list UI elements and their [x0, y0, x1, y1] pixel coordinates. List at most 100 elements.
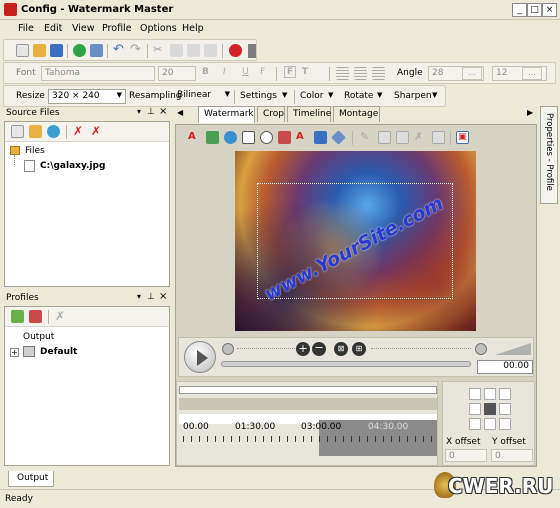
- timeline-scrollbar[interactable]: [179, 386, 437, 394]
- paste-layer-icon[interactable]: [396, 131, 409, 144]
- menu-options[interactable]: Options: [140, 23, 177, 34]
- copy-icon[interactable]: [170, 44, 183, 57]
- sharpen-button[interactable]: Sharpen: [394, 91, 432, 101]
- size-select[interactable]: 320 × 240 ▼: [48, 89, 126, 104]
- close-icon[interactable]: ×: [159, 291, 167, 302]
- tab-timeline[interactable]: Timeline: [287, 106, 331, 122]
- dropdown-icon[interactable]: ▾: [137, 107, 141, 116]
- picture-frame-icon[interactable]: [314, 131, 327, 144]
- align-left-icon[interactable]: [336, 67, 349, 80]
- color-button[interactable]: Color: [300, 91, 324, 101]
- ellipse-icon[interactable]: [260, 131, 273, 144]
- text-color-button[interactable]: T: [302, 67, 308, 77]
- preview-toggle-icon[interactable]: ▣: [456, 131, 469, 144]
- bold-button[interactable]: B: [202, 67, 209, 77]
- add-text-icon[interactable]: A: [188, 131, 201, 144]
- tabs-scroll-right-icon[interactable]: ▶: [527, 108, 533, 117]
- play-button[interactable]: [184, 341, 216, 373]
- stop-icon[interactable]: [229, 44, 242, 57]
- add-shape-icon[interactable]: [224, 131, 237, 144]
- italic-button[interactable]: I: [223, 67, 226, 77]
- stamp-icon[interactable]: [278, 131, 291, 144]
- close-button[interactable]: ×: [542, 3, 557, 17]
- new-icon[interactable]: [16, 44, 29, 57]
- settings-button[interactable]: Settings: [240, 91, 277, 101]
- remove-icon[interactable]: ✗: [73, 125, 86, 138]
- minimize-button[interactable]: _: [512, 3, 527, 17]
- preview-image[interactable]: www.YourSite.com: [235, 151, 476, 331]
- copy-layer-icon[interactable]: [378, 131, 391, 144]
- cut-icon[interactable]: ✂: [153, 44, 166, 57]
- edit-profile-icon[interactable]: [29, 310, 42, 323]
- profile-default[interactable]: Default: [40, 347, 77, 357]
- zoom-out-icon[interactable]: −: [312, 342, 326, 356]
- menu-help[interactable]: Help: [182, 23, 204, 34]
- toolbar-overflow-icon[interactable]: [248, 44, 256, 58]
- actual-size-icon[interactable]: ⊞: [352, 342, 366, 356]
- pin-icon[interactable]: ⊥: [147, 107, 155, 117]
- menu-view[interactable]: View: [72, 23, 95, 34]
- start-icon[interactable]: [73, 44, 86, 57]
- delete-icon[interactable]: [204, 44, 217, 57]
- dropdown-icon[interactable]: ▾: [137, 292, 141, 301]
- text-effect-icon[interactable]: A: [296, 131, 309, 144]
- rectangle-icon[interactable]: [242, 131, 255, 144]
- add-file-icon[interactable]: [11, 125, 24, 138]
- new-profile-icon[interactable]: [11, 310, 24, 323]
- add-url-icon[interactable]: [47, 125, 60, 138]
- files-root[interactable]: Files: [25, 146, 45, 156]
- align-center-icon[interactable]: [354, 67, 367, 80]
- font-size-select[interactable]: 20: [158, 66, 196, 81]
- resize-button[interactable]: Resize: [16, 91, 45, 101]
- tabs-scroll-left-icon[interactable]: ◀: [177, 108, 183, 117]
- x-offset-input[interactable]: 0: [445, 449, 487, 462]
- tab-output[interactable]: Output: [8, 471, 54, 487]
- arrange-icon[interactable]: [432, 131, 445, 144]
- tab-montage[interactable]: Montage: [333, 106, 380, 122]
- open-icon[interactable]: [33, 44, 46, 57]
- flask-icon[interactable]: [90, 44, 103, 57]
- y-offset-input[interactable]: 0: [491, 449, 533, 462]
- side-tab[interactable]: Properties - Profile: [540, 106, 558, 204]
- position-grid[interactable]: [469, 388, 511, 430]
- output-root[interactable]: Output: [23, 332, 54, 342]
- font-select[interactable]: Tahoma: [41, 66, 155, 81]
- volume-icon[interactable]: [495, 343, 531, 355]
- file-item[interactable]: C:\galaxy.jpg: [40, 161, 105, 171]
- seek-bar[interactable]: [221, 361, 471, 367]
- zoom-in-icon[interactable]: +: [296, 342, 310, 356]
- align-right-icon[interactable]: [372, 67, 385, 80]
- delete-profile-icon[interactable]: ✗: [55, 310, 68, 323]
- tab-crop[interactable]: Crop: [257, 106, 285, 122]
- close-icon[interactable]: ×: [159, 106, 167, 117]
- pin-icon[interactable]: ⊥: [147, 292, 155, 302]
- menu-edit[interactable]: Edit: [44, 23, 62, 34]
- angle-browse-button[interactable]: ...: [462, 67, 482, 80]
- tab-watermark[interactable]: Watermark: [198, 106, 255, 123]
- expand-icon[interactable]: +: [10, 348, 19, 357]
- brush-icon[interactable]: ✎: [360, 131, 373, 144]
- extra-browse-button[interactable]: ...: [522, 67, 542, 80]
- remove-all-icon[interactable]: ✗: [91, 125, 104, 138]
- slider-end-handle[interactable]: [475, 343, 487, 355]
- add-folder-icon[interactable]: [29, 125, 42, 138]
- strike-button[interactable]: F: [260, 67, 265, 77]
- resampling-select[interactable]: Bilinear ▼: [175, 89, 232, 104]
- slider-start-handle[interactable]: [222, 343, 234, 355]
- add-image-icon[interactable]: [206, 131, 219, 144]
- menu-profile[interactable]: Profile: [102, 23, 132, 34]
- paste-icon[interactable]: [187, 44, 200, 57]
- rotate-button[interactable]: Rotate: [344, 91, 373, 101]
- time-display[interactable]: 00.00: [477, 360, 533, 374]
- font-color-button[interactable]: F: [284, 66, 297, 78]
- timeline-track[interactable]: [179, 398, 437, 410]
- menu-file[interactable]: File: [18, 23, 34, 34]
- fit-icon[interactable]: ⊠: [334, 342, 348, 356]
- diamond-icon[interactable]: [331, 130, 346, 145]
- save-icon[interactable]: [50, 44, 63, 57]
- maximize-button[interactable]: □: [527, 3, 542, 17]
- undo-icon[interactable]: ↶: [113, 43, 126, 57]
- underline-button[interactable]: U: [242, 67, 249, 77]
- redo-icon[interactable]: ↷: [130, 43, 143, 57]
- delete-layer-icon[interactable]: ✗: [414, 131, 427, 144]
